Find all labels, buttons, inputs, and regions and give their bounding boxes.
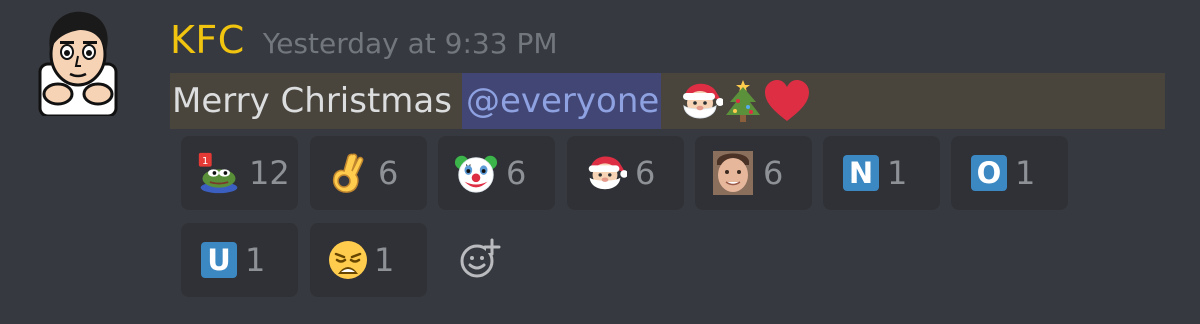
christmas-tree-icon: [726, 80, 761, 122]
letter-o-emoji-icon: O: [967, 151, 1011, 195]
message-header: KFC Yesterday at 9:33 PM: [170, 18, 558, 68]
reaction-count: 1: [374, 241, 395, 279]
reaction-count: 1: [887, 154, 908, 192]
reaction-count: 6: [763, 154, 784, 192]
santa-icon: [683, 83, 724, 119]
letter-n-emoji-icon: N: [839, 151, 883, 195]
santa-emoji-icon: [583, 151, 627, 195]
letter-u-emoji-icon: U: [197, 238, 241, 282]
clown-face-emoji-icon: [454, 151, 498, 195]
add-reaction-icon: [460, 238, 501, 278]
letter-n-tile: N: [843, 155, 879, 191]
message-timestamp[interactable]: Yesterday at 9:33 PM: [263, 27, 558, 60]
letter-o-tile: O: [971, 155, 1007, 191]
reaction-count: 6: [506, 154, 527, 192]
reaction-santa[interactable]: 6: [567, 136, 684, 210]
reaction-ok-hand[interactable]: 6: [310, 136, 427, 210]
cartoon-face-avatar-icon: [38, 11, 118, 118]
custom-face-photo-emoji-icon: [711, 151, 755, 195]
message-content: Merry Christmas @everyone: [170, 73, 1165, 129]
reaction-letter-n[interactable]: N 1: [823, 136, 940, 210]
ok-hand-emoji-icon: [326, 151, 370, 195]
username[interactable]: KFC: [170, 18, 245, 62]
reaction-letter-u[interactable]: U 1: [181, 223, 298, 297]
reaction-custom-face[interactable]: 6: [695, 136, 812, 210]
chat-message: KFC Yesterday at 9:33 PM Merry Christmas…: [0, 0, 1200, 324]
reaction-letter-o[interactable]: O 1: [951, 136, 1068, 210]
message-emojis: [677, 77, 811, 125]
reaction-count: 12: [249, 154, 290, 192]
message-text: Merry Christmas: [172, 81, 452, 121]
reaction-count: 1: [1015, 154, 1036, 192]
reaction-pepe[interactable]: 1 12: [181, 136, 298, 210]
everyone-mention[interactable]: @everyone: [461, 73, 662, 129]
letter-u-tile: U: [201, 242, 237, 278]
pepe-frog-emoji-icon: 1: [197, 151, 241, 195]
user-avatar[interactable]: [36, 8, 120, 118]
reaction-clown[interactable]: 6: [438, 136, 555, 210]
reaction-weary-face[interactable]: 1: [310, 223, 427, 297]
red-heart-icon: [765, 80, 810, 121]
reaction-badge: 1: [202, 156, 208, 167]
weary-face-emoji-icon: [326, 238, 370, 282]
reaction-count: 6: [635, 154, 656, 192]
reaction-count: 6: [378, 154, 399, 192]
add-reaction-button[interactable]: [456, 234, 506, 284]
reaction-count: 1: [245, 241, 266, 279]
